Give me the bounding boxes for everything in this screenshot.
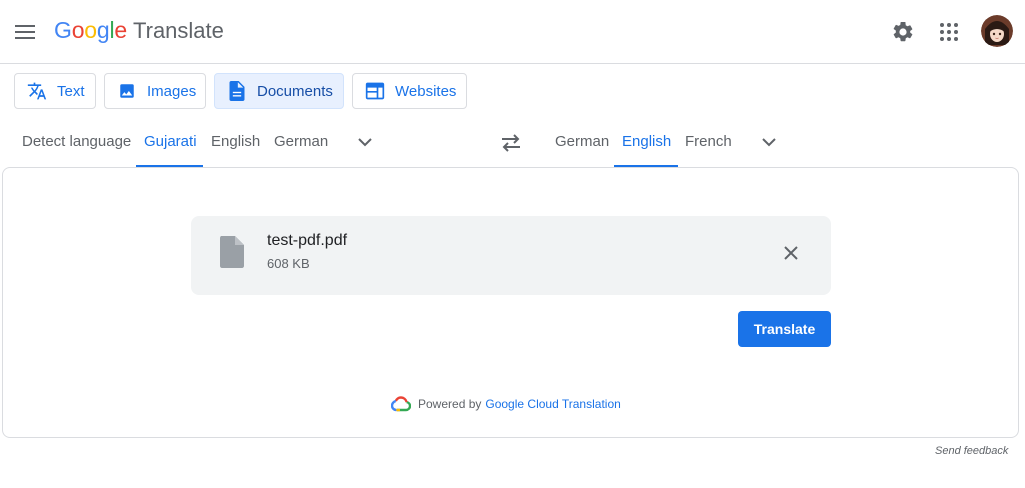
file-name: test-pdf.pdf [267,232,348,249]
document-icon [227,81,247,101]
image-icon [117,81,137,101]
source-lang-english[interactable]: English [211,131,260,153]
source-lang-detect[interactable]: Detect language [22,131,131,153]
logo-product-name: Translate [133,18,224,43]
gear-icon[interactable] [887,16,919,48]
tab-text[interactable]: Text [14,73,96,109]
remove-file-close-icon[interactable] [778,240,804,266]
google-cloud-icon [390,396,412,412]
send-feedback-link[interactable]: Send feedback [935,445,1008,457]
powered-by-prefix: Powered by [418,397,482,411]
tab-images[interactable]: Images [104,73,206,109]
translate-button[interactable]: Translate [738,311,831,347]
apps-grid-icon[interactable] [933,16,965,48]
target-lang-more-chevron-down-icon[interactable] [759,132,779,152]
google-logo-word: Google [54,17,127,43]
tab-text-label: Text [57,82,85,100]
app-header: Google Translate [0,0,1025,64]
swap-languages-icon[interactable] [498,131,524,155]
source-lang-more-chevron-down-icon[interactable] [355,132,375,152]
file-size: 608 KB [267,256,310,271]
google-cloud-translation-link[interactable]: Google Cloud Translation [485,397,620,411]
tab-images-label: Images [147,82,197,100]
logo[interactable]: Google Translate [54,17,224,47]
tab-documents-label: Documents [257,82,333,100]
file-icon [219,236,245,268]
target-lang-german[interactable]: German [555,131,609,153]
tab-websites[interactable]: Websites [352,73,467,109]
target-lang-english[interactable]: English [622,131,671,153]
source-lang-german[interactable]: German [274,131,328,153]
tab-websites-label: Websites [395,82,457,100]
powered-by: Powered by Google Cloud Translation [390,395,621,413]
tab-documents[interactable]: Documents [214,73,344,109]
website-icon [365,81,385,101]
avatar[interactable] [981,15,1013,47]
source-lang-gujarati[interactable]: Gujarati [144,131,197,153]
target-lang-french[interactable]: French [685,131,732,153]
menu-icon[interactable] [12,18,40,46]
translate-text-icon [27,81,47,101]
